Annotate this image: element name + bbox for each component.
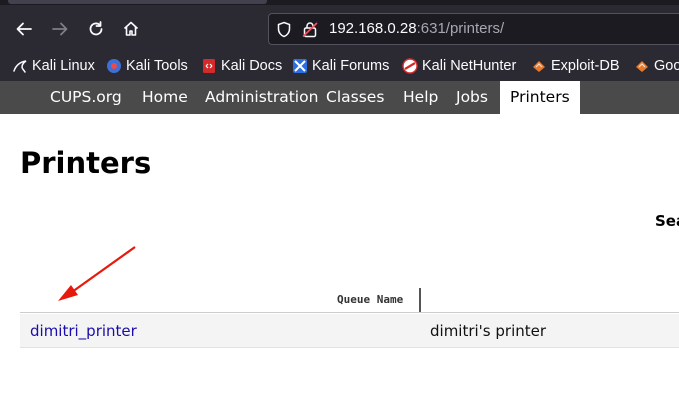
nav-cups-org[interactable]: CUPS.org [50,81,122,114]
bookmark-label: Kali Docs [221,58,283,74]
cups-nav-bar: CUPS.org Home Administration Classes Hel… [0,81,679,114]
insecure-connection-lock-icon[interactable] [302,21,318,42]
url-path: :631/printers/ [416,20,505,37]
bookmark-kali-forums[interactable]: Kali Forums [292,56,389,76]
back-button[interactable] [10,15,38,43]
active-tab[interactable] [8,0,267,4]
printers-table-header: Queue Name [20,288,679,313]
nav-classes[interactable]: Classes [326,81,384,114]
column-divider [419,288,421,312]
url-host: 192.168.0.28 [329,20,417,37]
bookmark-kali-docs[interactable]: Kali Docs [201,56,282,76]
google-hacking-db-icon [634,58,650,74]
kali-docs-icon [201,58,217,74]
bookmark-label: Kali NetHunter [422,58,517,74]
kali-forums-icon [292,58,308,74]
search-label: Sea [655,212,679,230]
queue-name-column-header[interactable]: Queue Name [337,293,403,306]
tracking-protection-shield-icon[interactable] [276,21,292,42]
printer-description: dimitri's printer [430,322,547,340]
forward-arrow-icon [52,22,68,36]
bookmark-kali-nethunter[interactable]: Kali NetHunter [402,56,516,76]
nav-home[interactable]: Home [142,81,188,114]
bookmarks-toolbar: Kali Linux Kali Tools Kali Docs Kali For… [0,52,679,78]
bookmark-kali-tools[interactable]: Kali Tools [106,56,188,76]
bookmark-label: Kali Tools [126,58,188,74]
url-bar[interactable]: 192.168.0.28:631/printers/ [268,13,679,45]
bookmark-label: Kali Linux [32,58,95,74]
back-arrow-icon [16,22,32,36]
home-icon [123,21,139,36]
bookmark-google-hacking-db[interactable]: Goo [634,56,679,76]
nav-administration[interactable]: Administration [205,81,318,114]
kali-nethunter-icon [402,58,418,74]
nav-jobs[interactable]: Jobs [456,81,488,114]
kali-dragon-icon [12,58,28,74]
table-row: dimitri_printer dimitri's printer [20,314,679,348]
reload-button[interactable] [82,15,110,43]
bookmark-label: Exploit-DB [551,58,620,74]
bookmark-label: Goo [654,58,679,74]
tab-strip [0,0,679,5]
bookmark-exploit-db[interactable]: Exploit-DB [531,56,620,76]
reload-icon [89,21,103,36]
home-button[interactable] [117,15,145,43]
exploit-db-icon [531,58,547,74]
printer-link[interactable]: dimitri_printer [30,322,137,340]
url-text[interactable]: 192.168.0.28:631/printers/ [329,20,504,37]
bookmark-label: Kali Forums [312,58,390,74]
forward-button[interactable] [46,15,74,43]
browser-toolbar: 192.168.0.28:631/printers/ Kali Linux Ka… [0,0,679,81]
page-title: Printers [20,146,152,180]
nav-printers[interactable]: Printers [500,81,580,114]
kali-tools-icon [106,58,122,74]
bookmark-kali-linux[interactable]: Kali Linux [12,56,95,76]
nav-help[interactable]: Help [403,81,438,114]
